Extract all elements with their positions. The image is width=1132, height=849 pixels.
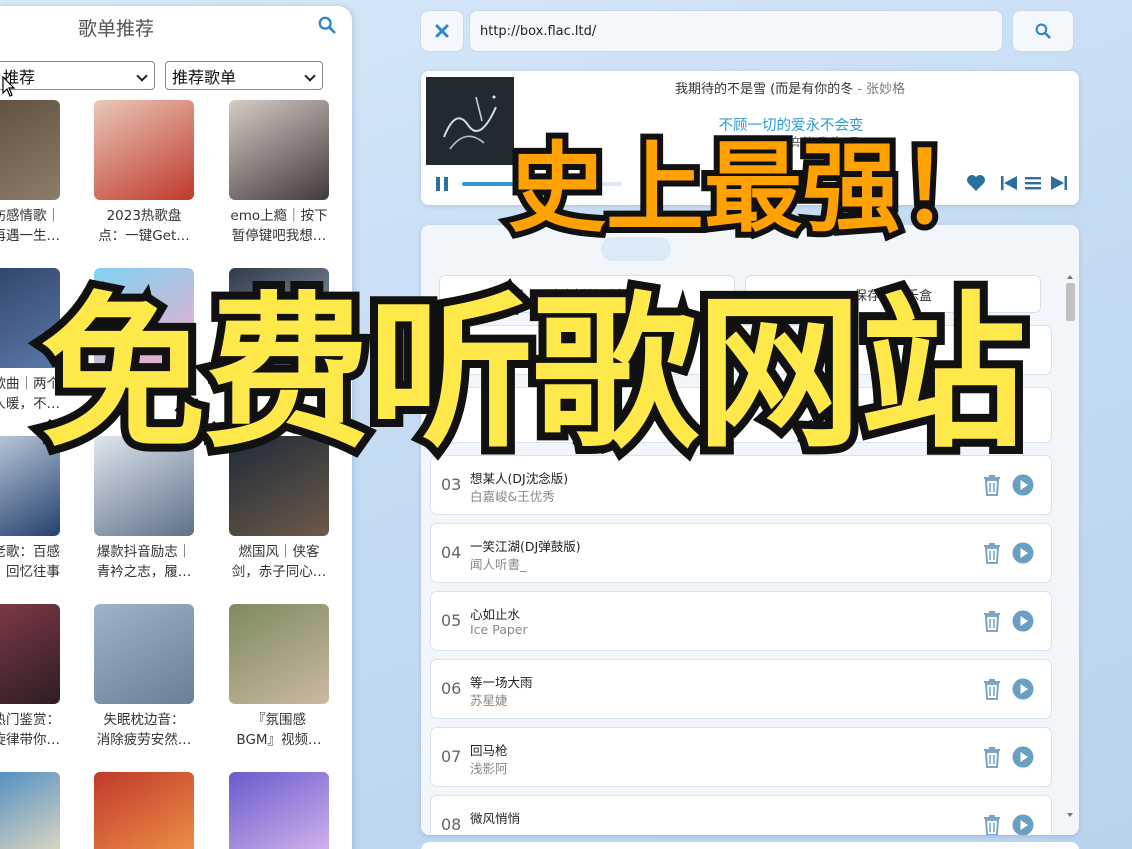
playlist-caption[interactable]: 爆款抖音励志｜ 青衿之志，履… — [88, 542, 200, 582]
playlist-cover-image[interactable] — [229, 772, 329, 849]
playlist-caption[interactable]: 燃国风｜侠客 剑，赤子同心… — [223, 542, 335, 582]
play-icon[interactable] — [1012, 542, 1034, 564]
play-icon[interactable] — [1012, 814, 1034, 835]
search-icon[interactable] — [318, 16, 336, 34]
trash-icon[interactable] — [982, 474, 1002, 496]
url-text: http://box.flac.ltd/ — [480, 23, 597, 39]
playlist-caption[interactable]: 失眠枕边音： 消除疲劳安然… — [88, 710, 200, 750]
play-icon[interactable] — [1012, 678, 1034, 700]
playlist-cover-image[interactable] — [94, 772, 194, 849]
track-row[interactable]: 06 等一场大雨苏星婕 — [430, 659, 1052, 719]
bottom-panel-edge — [421, 842, 1079, 849]
playlist-cover-image[interactable] — [0, 772, 60, 849]
trash-icon[interactable] — [982, 814, 1002, 835]
song-name: 我期待的不是雪 (而是有你的冬 — [675, 82, 854, 97]
track-artist: 浅影阿 — [470, 761, 508, 776]
track-number: 07 — [441, 747, 462, 766]
playlist-cover-image[interactable] — [94, 604, 194, 704]
playlist-caption[interactable]: 『氛围感 BGM』视频… — [223, 710, 335, 750]
promo-headline-main: 免费听歌网站 — [32, 278, 1034, 471]
mouse-cursor-icon — [2, 76, 16, 97]
panel-header: 歌单推荐 — [0, 6, 352, 48]
playlist-caption[interactable]: emo上瘾｜按下 暂停键吧我想… — [223, 206, 335, 246]
track-number: 06 — [441, 679, 462, 698]
track-artist: Ice Paper — [470, 622, 528, 637]
chevron-down-icon — [304, 70, 316, 82]
scroll-up-arrow-icon[interactable] — [1067, 275, 1073, 279]
play-icon[interactable] — [1012, 610, 1034, 632]
track-row[interactable]: 05 心如止水 Ice Paper — [430, 591, 1052, 651]
next-icon[interactable] — [1049, 174, 1069, 192]
track-row[interactable]: 04 一笑江湖(DJ弹鼓版) 闻人听書_ — [430, 523, 1052, 583]
track-title: 微风悄悄 — [470, 811, 521, 826]
track-number: 05 — [441, 611, 462, 630]
panel-title: 歌单推荐 — [77, 17, 154, 40]
track-artist: 闻人听書_ — [470, 557, 527, 572]
track-title: 等一场大雨 — [470, 675, 533, 690]
scroll-down-arrow-icon[interactable] — [1067, 813, 1073, 817]
trash-icon[interactable] — [982, 610, 1002, 632]
trash-icon[interactable] — [982, 746, 1002, 768]
close-button[interactable] — [420, 10, 464, 52]
promo-headline-top: 史上最强！ — [502, 132, 1004, 246]
track-number: 03 — [441, 475, 462, 494]
playlist-menu-icon[interactable] — [1023, 174, 1043, 192]
category-select[interactable]: 推荐 — [0, 61, 155, 90]
trash-icon[interactable] — [982, 678, 1002, 700]
search-icon — [1035, 23, 1051, 39]
filter-selects: 推荐 推荐歌单 — [0, 61, 352, 91]
playlist-caption[interactable]: 热门鉴赏： 旋律带你… — [0, 710, 60, 750]
playlist-cover-image[interactable] — [94, 100, 194, 200]
playlist-caption[interactable]: 2023热歌盘 点：一键Get… — [88, 206, 200, 246]
pause-icon[interactable] — [435, 176, 449, 192]
track-row[interactable]: 07 回马枪浅影阿 — [430, 727, 1052, 787]
track-title: 一笑江湖(DJ弹鼓版) — [470, 539, 581, 554]
playlist-cover-image[interactable] — [229, 604, 329, 704]
track-title: 心如止水 — [470, 607, 521, 622]
playlist-cover-image[interactable] — [0, 604, 60, 704]
track-artist: 白嘉峻&王优秀 — [470, 489, 555, 504]
type-select[interactable]: 推荐歌单 — [165, 61, 323, 90]
scroll-thumb[interactable] — [1066, 283, 1075, 321]
chevron-down-icon — [136, 70, 148, 82]
track-title: 回马枪 — [470, 743, 508, 758]
song-artist: - 张妙格 — [853, 82, 906, 97]
play-icon[interactable] — [1012, 474, 1034, 496]
playlist-caption[interactable]: 老歌：百感 回忆往事 — [0, 542, 60, 582]
track-row[interactable]: 08 微风悄悄 — [430, 795, 1052, 835]
close-icon — [435, 24, 449, 38]
type-select-value: 推荐歌单 — [172, 67, 237, 87]
playlist-cover-image[interactable] — [229, 100, 329, 200]
playlist-cover-image[interactable] — [0, 100, 60, 200]
track-artist: 苏星婕 — [470, 693, 508, 708]
previous-icon[interactable] — [999, 174, 1019, 192]
track-number: 04 — [441, 543, 462, 562]
trash-icon[interactable] — [982, 542, 1002, 564]
now-playing-title: 我期待的不是雪 (而是有你的冬 - 张妙格 — [675, 78, 905, 97]
url-input[interactable]: http://box.flac.ltd/ — [469, 10, 1003, 52]
track-number: 08 — [441, 815, 462, 834]
playlist-caption[interactable]: 伤感情歌｜ 再遇一生… — [0, 206, 60, 246]
play-icon[interactable] — [1012, 746, 1034, 768]
scrollbar[interactable] — [1064, 273, 1076, 829]
search-button[interactable] — [1012, 10, 1074, 52]
